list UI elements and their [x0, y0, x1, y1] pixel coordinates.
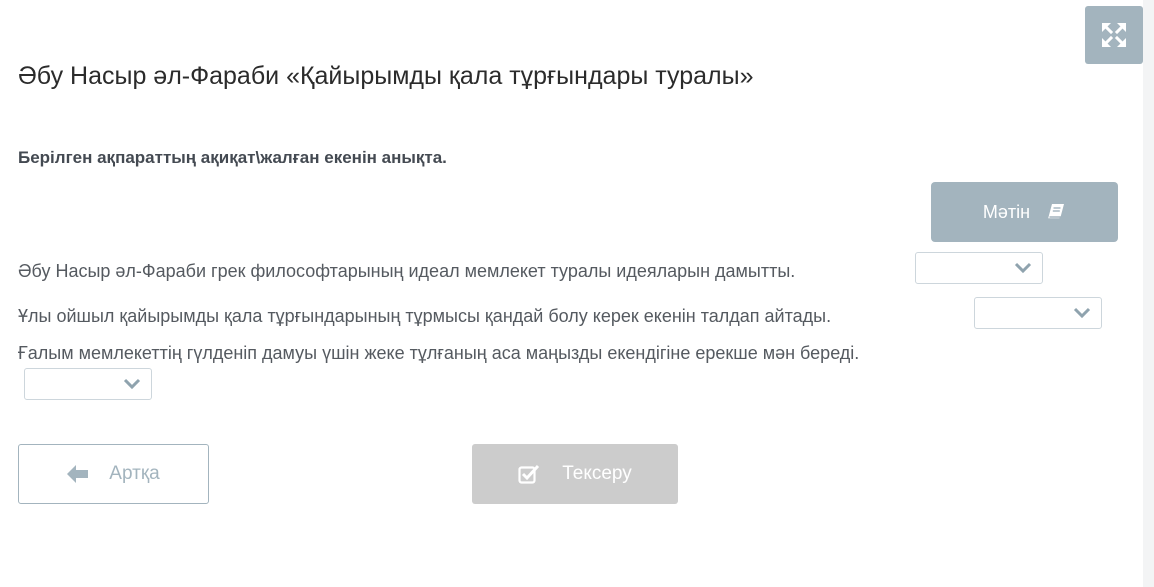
arrow-left-icon [67, 465, 89, 483]
statement-text-2: Ұлы ойшыл қайырымды қала тұрғындарының т… [18, 306, 832, 326]
check-square-icon [518, 464, 540, 484]
truth-select-3[interactable] [24, 368, 152, 400]
instruction-text: Берілген ақпараттың ақиқат\жалған екенін… [18, 148, 447, 167]
text-button[interactable]: Мәтін [931, 182, 1118, 242]
expand-arrows-icon [1100, 21, 1128, 49]
statement-text-3: Ғалым мемлекеттің гүлденіп дамуы үшін же… [18, 343, 860, 363]
text-button-label: Мәтін [982, 201, 1031, 222]
check-button-label: Тексеру [562, 463, 632, 484]
page-title: Әбу Насыр әл-Фараби «Қайырымды қала тұрғ… [18, 62, 754, 90]
chevron-down-icon [1014, 262, 1032, 274]
back-button[interactable]: Артқа [18, 444, 209, 504]
truth-select-2[interactable] [974, 297, 1102, 329]
fullscreen-button[interactable] [1085, 6, 1143, 64]
right-scroll-gutter [1143, 0, 1154, 587]
statement-text-1: Әбу Насыр әл-Фараби грек философтарының … [18, 261, 796, 281]
check-button[interactable]: Тексеру [472, 444, 678, 504]
chevron-down-icon [123, 378, 141, 390]
back-button-label: Артқа [109, 463, 160, 484]
truth-select-1[interactable] [915, 252, 1043, 284]
book-icon [1046, 202, 1066, 222]
chevron-down-icon [1073, 307, 1091, 319]
